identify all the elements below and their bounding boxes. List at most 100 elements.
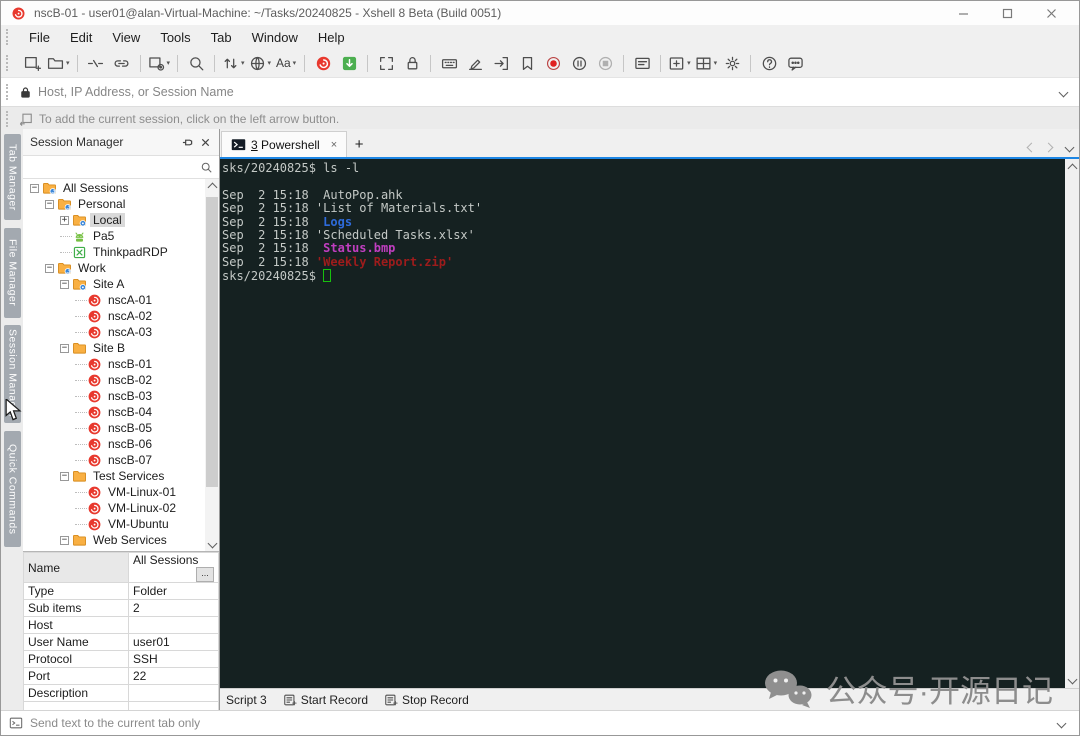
tree-item-nscb-05[interactable]: nscB-05 bbox=[23, 420, 205, 436]
script-button[interactable] bbox=[514, 52, 540, 75]
address-input[interactable]: Host, IP Address, or Session Name bbox=[38, 85, 1060, 99]
pin-icon[interactable] bbox=[178, 133, 196, 151]
tree-item-nscb-03[interactable]: nscB-03 bbox=[23, 388, 205, 404]
collapse-icon[interactable]: − bbox=[45, 263, 54, 273]
collapse-icon[interactable]: − bbox=[30, 183, 39, 193]
menu-tools[interactable]: Tools bbox=[150, 28, 200, 47]
tab-scroll-left-icon[interactable] bbox=[1026, 142, 1037, 153]
collapse-icon[interactable]: − bbox=[60, 535, 69, 545]
options-button[interactable] bbox=[719, 52, 745, 75]
browse-button[interactable]: ... bbox=[196, 567, 214, 582]
tree-item-nscb-04[interactable]: nscB-04 bbox=[23, 404, 205, 420]
quick-command-button[interactable] bbox=[629, 52, 655, 75]
record-button[interactable] bbox=[540, 52, 566, 75]
new-session-button[interactable] bbox=[19, 52, 45, 75]
expand-icon[interactable]: + bbox=[60, 215, 69, 225]
lock-button[interactable] bbox=[399, 52, 425, 75]
find-button[interactable] bbox=[183, 52, 209, 75]
keyboard-button[interactable] bbox=[436, 52, 462, 75]
tree-item-vm-linux-01[interactable]: VM-Linux-01 bbox=[23, 484, 205, 500]
tree-item-local[interactable]: + Local bbox=[23, 212, 205, 228]
new-tab-button[interactable]: + bbox=[347, 132, 371, 157]
dropdown-arrow-icon[interactable]: ▾ bbox=[268, 59, 272, 67]
status-dropdown-icon[interactable] bbox=[1056, 718, 1067, 728]
menu-file[interactable]: File bbox=[19, 28, 60, 47]
tree-item-nsca-02[interactable]: nscA-02 bbox=[23, 308, 205, 324]
terminal-scroll-down-icon[interactable] bbox=[1065, 672, 1079, 686]
terminal-scroll-up-icon[interactable] bbox=[1065, 161, 1079, 175]
tree-item-nscb-07[interactable]: nscB-07 bbox=[23, 452, 205, 468]
maximize-button[interactable] bbox=[985, 1, 1029, 25]
terminal-screen[interactable]: sks/20240825$ ls -l Sep 2 15:18 AutoPop.… bbox=[220, 159, 1065, 688]
panel-close-icon[interactable] bbox=[196, 133, 214, 151]
address-dropdown-icon[interactable] bbox=[1058, 87, 1069, 97]
menu-help[interactable]: Help bbox=[308, 28, 355, 47]
tree-item-test-services[interactable]: − Test Services bbox=[23, 468, 205, 484]
dropdown-arrow-icon[interactable]: ▾ bbox=[167, 59, 171, 67]
close-button[interactable] bbox=[1029, 1, 1073, 25]
tree-item-work[interactable]: − Work bbox=[23, 260, 205, 276]
dropdown-arrow-icon[interactable]: ▾ bbox=[241, 59, 245, 67]
menu-window[interactable]: Window bbox=[242, 28, 308, 47]
tree-scrollbar[interactable] bbox=[205, 179, 219, 551]
tree-item-web-services[interactable]: − Web Services bbox=[23, 532, 205, 548]
menu-edit[interactable]: Edit bbox=[60, 28, 102, 47]
toolbar-grip[interactable] bbox=[6, 55, 11, 71]
web-button[interactable]: ▾ bbox=[247, 52, 274, 75]
tree-item-site-b[interactable]: − Site B bbox=[23, 340, 205, 356]
tree-scroll-up-icon[interactable] bbox=[205, 180, 219, 194]
tab-list-dropdown-icon[interactable] bbox=[1064, 142, 1075, 153]
dropdown-arrow-icon[interactable]: ▾ bbox=[687, 59, 691, 67]
dropdown-arrow-icon[interactable]: ▾ bbox=[714, 59, 718, 67]
menu-tab[interactable]: Tab bbox=[201, 28, 242, 47]
session-search-input[interactable] bbox=[23, 155, 219, 179]
tree-scroll-thumb[interactable] bbox=[206, 197, 218, 487]
reconnect-button[interactable] bbox=[109, 52, 135, 75]
tree-item-nscb-02[interactable]: nscB-02 bbox=[23, 372, 205, 388]
tree-item-nsca-03[interactable]: nscA-03 bbox=[23, 324, 205, 340]
tree-item-nscb-06[interactable]: nscB-06 bbox=[23, 436, 205, 452]
tree-item-personal[interactable]: − Personal bbox=[23, 196, 205, 212]
new-tab-button[interactable]: ▾ bbox=[666, 52, 693, 75]
tab-scroll-right-icon[interactable] bbox=[1043, 142, 1054, 153]
menu-view[interactable]: View bbox=[102, 28, 150, 47]
start-record-button[interactable]: Start Record bbox=[283, 693, 368, 707]
tree-item-nsca-01[interactable]: nscA-01 bbox=[23, 292, 205, 308]
collapse-icon[interactable]: − bbox=[45, 199, 54, 209]
collapse-icon[interactable]: − bbox=[60, 279, 69, 289]
compose-button[interactable] bbox=[462, 52, 488, 75]
side-tab-tab-manager[interactable]: Tab Manager bbox=[4, 134, 21, 220]
collapse-icon[interactable]: − bbox=[60, 343, 69, 353]
tree-item-pa5[interactable]: Pa5 bbox=[23, 228, 205, 244]
feedback-button[interactable] bbox=[782, 52, 808, 75]
minimize-button[interactable] bbox=[941, 1, 985, 25]
dropdown-arrow-icon[interactable]: ▾ bbox=[66, 59, 70, 67]
encoding-button[interactable]: Aa ▾ bbox=[273, 52, 299, 75]
stop-record-button[interactable]: Stop Record bbox=[384, 693, 469, 707]
transfer-button[interactable]: ▾ bbox=[220, 52, 247, 75]
tree-scroll-down-icon[interactable] bbox=[205, 536, 219, 550]
open-folder-button[interactable]: ▾ bbox=[45, 52, 72, 75]
script-3-button[interactable]: Script 3 bbox=[226, 693, 267, 707]
tab-powershell[interactable]: 3 Powershell × bbox=[221, 131, 348, 157]
xftp-button[interactable] bbox=[336, 52, 362, 75]
fullscreen-button[interactable] bbox=[373, 52, 399, 75]
xshell-button[interactable] bbox=[310, 52, 336, 75]
side-tab-file-manager[interactable]: File Manager bbox=[4, 228, 21, 318]
help-button[interactable] bbox=[756, 52, 782, 75]
tree-item-vm-linux-02[interactable]: VM-Linux-02 bbox=[23, 500, 205, 516]
send-text-button[interactable] bbox=[488, 52, 514, 75]
tree-item-vm-ubuntu[interactable]: VM-Ubuntu bbox=[23, 516, 205, 532]
send-text-input[interactable]: Send text to the current tab only bbox=[30, 716, 1051, 730]
collapse-icon[interactable]: − bbox=[60, 471, 69, 481]
hintbar-grip[interactable] bbox=[6, 111, 11, 127]
terminal-scrollbar[interactable] bbox=[1065, 159, 1079, 688]
tree-item-site-a[interactable]: − Site A bbox=[23, 276, 205, 292]
dropdown-arrow-icon[interactable]: ▾ bbox=[293, 59, 297, 67]
side-tab-quick-commands[interactable]: Quick Commands bbox=[4, 431, 21, 547]
tree-item-thinkpadrdp[interactable]: ThinkpadRDP bbox=[23, 244, 205, 260]
tree-item-all-sessions[interactable]: − All Sessions bbox=[23, 180, 205, 196]
tab-close-icon[interactable]: × bbox=[331, 139, 337, 151]
layout-button[interactable]: ▾ bbox=[693, 52, 720, 75]
menubar-grip[interactable] bbox=[6, 29, 11, 45]
